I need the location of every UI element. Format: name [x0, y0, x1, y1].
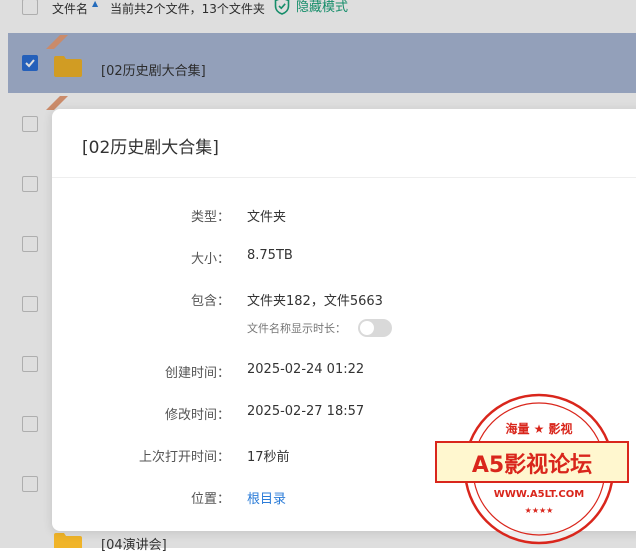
toggle-knob: [360, 321, 374, 335]
last-opened-label: 上次打开时间：: [138, 450, 230, 465]
modified-value: 2025-02-27 18:57: [247, 404, 365, 419]
watermark-stamp: 海量 ★ 影视 A5影视论坛 WWW.A5LT.COM ★★★★: [435, 393, 629, 545]
watermark-top-text: 海量 ★ 影视: [505, 421, 572, 436]
show-name-length-label: 文件名称显示时长：: [247, 322, 346, 335]
watermark-main-text: A5影视论坛: [472, 452, 592, 478]
contains-value: 文件夹182，文件5663: [247, 294, 383, 309]
last-opened-value: 17秒前: [247, 450, 290, 465]
location-link[interactable]: 根目录: [247, 488, 286, 507]
type-value: 文件夹: [247, 210, 287, 225]
modified-label: 修改时间：: [164, 408, 230, 423]
divider: [52, 177, 636, 178]
watermark-stars: ★★★★: [525, 506, 554, 515]
show-name-length-toggle[interactable]: [358, 319, 392, 337]
created-value: 2025-02-24 01:22: [247, 362, 365, 377]
created-label: 创建时间：: [164, 366, 230, 381]
type-label: 类型：: [190, 210, 230, 225]
dialog-title: [02历史剧大合集]: [82, 138, 219, 158]
size-label: 大小：: [190, 252, 230, 267]
watermark-url-text: WWW.A5LT.COM: [494, 489, 584, 500]
contains-label: 包含：: [190, 294, 230, 309]
folder-icon: [54, 533, 82, 548]
location-label: 位置：: [190, 492, 230, 507]
size-value: 8.75TB: [247, 248, 293, 263]
row-name[interactable]: [04演讲会]: [101, 534, 167, 553]
